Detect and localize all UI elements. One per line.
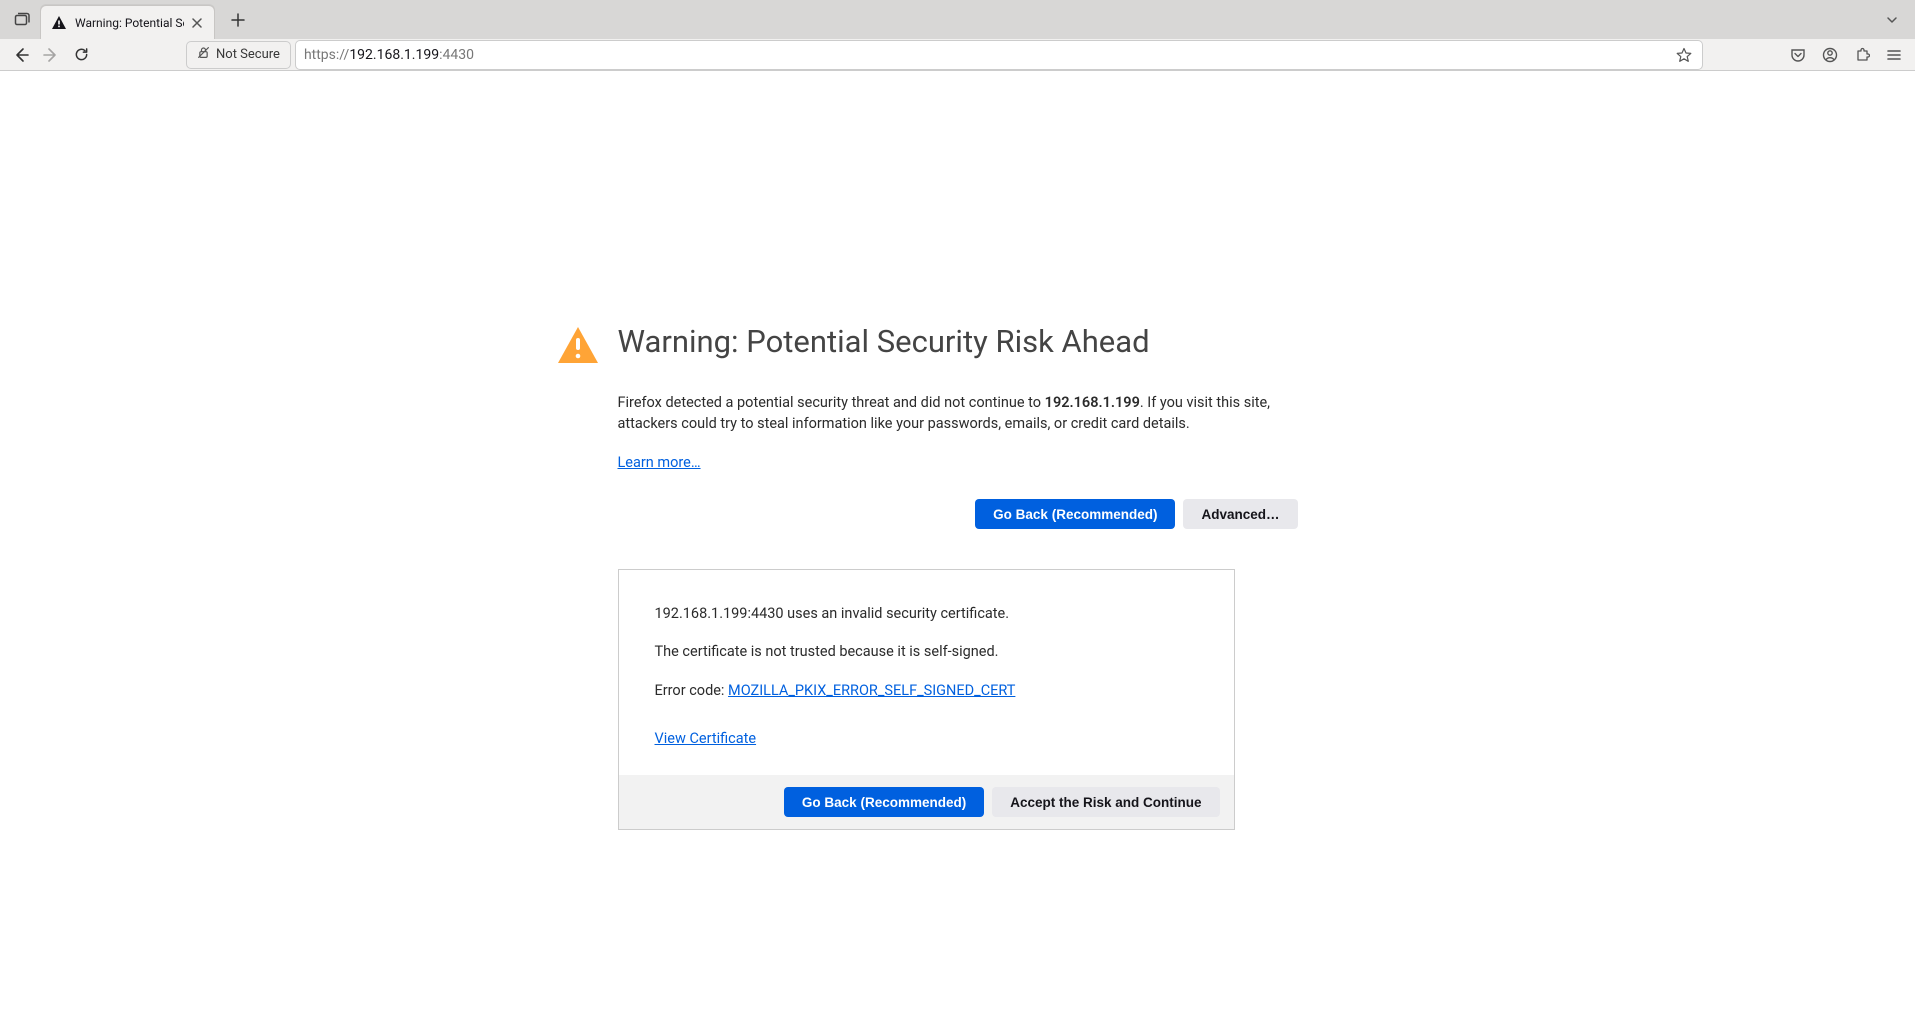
recent-browsing-button[interactable] [8,6,36,34]
warning-triangle-icon [556,325,600,369]
tab-strip: Warning: Potential Security Risk Ahead [0,0,1915,39]
reload-icon [74,47,89,62]
forward-button[interactable] [36,41,66,69]
arrow-left-icon [13,47,29,63]
new-tab-button[interactable] [223,5,253,35]
app-menu-button[interactable] [1879,41,1909,69]
advanced-button[interactable]: Advanced… [1183,499,1297,529]
save-to-pocket-button[interactable] [1783,41,1813,69]
content-area: Warning: Potential Security Risk Ahead F… [0,71,1915,1018]
browser-tab[interactable]: Warning: Potential Security Risk Ahead [40,5,215,39]
security-label: Not Secure [216,47,280,62]
view-certificate-link[interactable]: View Certificate [655,730,757,747]
reload-button[interactable] [66,41,96,69]
url-bar[interactable]: https://192.168.1.199:4430 [295,40,1703,70]
error-title: Warning: Potential Security Risk Ahead [618,323,1298,360]
primary-button-row: Go Back (Recommended) Advanced… [618,499,1298,529]
nav-toolbar: Not Secure https://192.168.1.199:4430 [0,39,1915,71]
toolbar-right [1783,41,1909,69]
hamburger-icon [1886,47,1902,63]
url-text: https://192.168.1.199:4430 [302,47,1672,63]
account-icon [1822,47,1838,63]
error-page: Warning: Potential Security Risk Ahead F… [618,323,1298,1018]
chevron-down-icon [1886,14,1898,26]
back-button[interactable] [6,41,36,69]
lock-slash-icon [197,46,210,63]
extensions-button[interactable] [1847,41,1877,69]
puzzle-icon [1854,47,1870,63]
recent-browsing-icon [14,12,30,28]
tab-title: Warning: Potential Security Risk Ahead [75,16,184,30]
go-back-button[interactable]: Go Back (Recommended) [975,499,1175,529]
go-back-button-2[interactable]: Go Back (Recommended) [784,787,984,817]
error-code-line: Error code: MOZILLA_PKIX_ERROR_SELF_SIGN… [655,681,1198,701]
plus-icon [231,13,245,27]
urlbar-container: Not Secure https://192.168.1.199:4430 [186,40,1703,70]
list-all-tabs-button[interactable] [1877,5,1907,35]
pocket-icon [1790,47,1806,63]
close-icon [192,18,202,28]
arrow-right-icon [43,47,59,63]
security-indicator[interactable]: Not Secure [186,41,291,69]
accept-risk-button[interactable]: Accept the Risk and Continue [992,787,1219,817]
cert-selfsigned-text: The certificate is not trusted because i… [655,642,1198,662]
error-code-link[interactable]: MOZILLA_PKIX_ERROR_SELF_SIGNED_CERT [728,682,1015,699]
account-button[interactable] [1815,41,1845,69]
learn-more-link[interactable]: Learn more… [618,454,701,471]
cert-invalid-text: 192.168.1.199:4430 uses an invalid secur… [655,604,1198,624]
bookmark-button[interactable] [1672,47,1696,63]
star-icon [1676,47,1692,63]
advanced-panel: 192.168.1.199:4430 uses an invalid secur… [618,569,1235,830]
tab-close-button[interactable] [188,14,206,32]
error-description: Firefox detected a potential security th… [618,392,1298,434]
advanced-footer: Go Back (Recommended) Accept the Risk an… [619,775,1234,829]
advanced-body: 192.168.1.199:4430 uses an invalid secur… [619,570,1234,775]
warning-favicon-icon [51,15,67,31]
